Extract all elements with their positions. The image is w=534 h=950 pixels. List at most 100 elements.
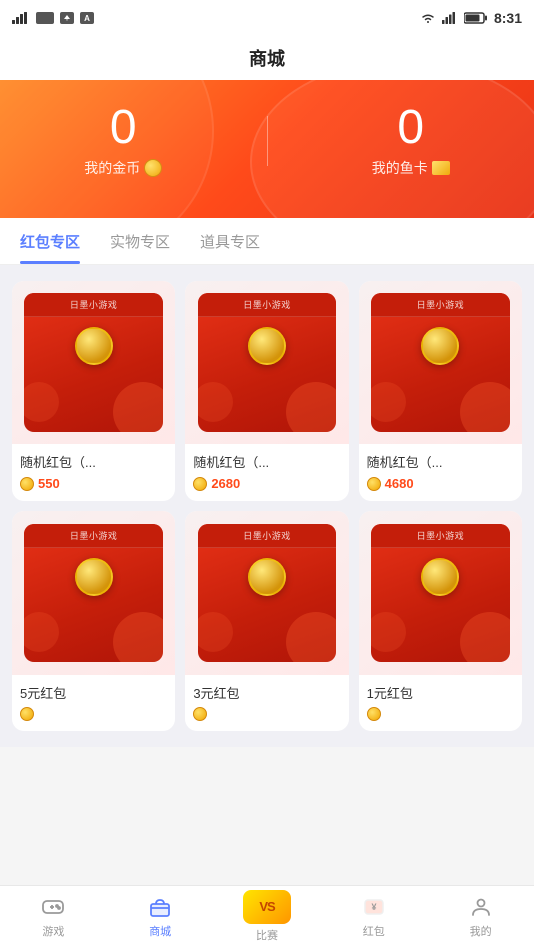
red-envelope-5: 日墨小游戏 [198,524,337,663]
coins-stat: 0 我的金币 [0,104,247,178]
shop-icon [147,894,173,920]
hero-stats: 0 我的金币 0 我的鱼卡 [0,104,534,178]
tab-redpacket[interactable]: 红包专区 [20,217,80,264]
nav-item-mine[interactable]: 我的 [427,894,534,943]
product-image-5: 日墨小游戏 [185,511,348,674]
wifi-icon [420,12,436,24]
tab-props[interactable]: 道具专区 [200,217,260,264]
envelope-circle-6 [421,558,459,596]
price-coin-icon-6 [367,707,381,721]
status-bar: ↓ A 8:31 [0,0,534,36]
nav-item-redpacket[interactable]: ¥ 红包 [320,894,427,943]
product-card-4[interactable]: 日墨小游戏 5元红包 [12,511,175,730]
product-info-2: 随机红包（... 2680 [185,444,348,501]
products-section: 日墨小游戏 随机红包（... 550 [0,265,534,747]
top-navigation: 商城 [0,36,534,80]
nav-item-vs[interactable]: VS 比赛 [214,890,321,947]
nav-item-shop[interactable]: 商城 [107,894,214,943]
stat-divider [267,116,268,166]
price-coin-icon-2 [193,477,207,491]
download-icon: ↓ [60,12,74,24]
status-time: 8:31 [494,10,522,26]
product-image-3: 日墨小游戏 [359,281,522,444]
coin-icon [144,159,162,177]
product-info-3: 随机红包（... 4680 [359,444,522,501]
product-card-1[interactable]: 日墨小游戏 随机红包（... 550 [12,281,175,501]
products-grid: 日墨小游戏 随机红包（... 550 [12,281,522,731]
price-coin-icon-3 [367,477,381,491]
price-coin-icon-5 [193,707,207,721]
mine-icon [468,894,494,920]
product-price-3: 4680 [367,476,514,491]
product-name-2: 随机红包（... [193,452,340,471]
hero-banner: 0 我的金币 0 我的鱼卡 [0,80,534,218]
envelope-label-4: 日墨小游戏 [24,524,163,548]
product-card-5[interactable]: 日墨小游戏 3元红包 [185,511,348,730]
product-name-4: 5元红包 [20,683,167,702]
status-right: 8:31 [420,10,522,26]
product-price-4 [20,707,167,721]
product-price-1: 550 [20,476,167,491]
nav-item-game[interactable]: 游戏 [0,894,107,943]
svg-text:A: A [84,14,90,23]
product-image-2: 日墨小游戏 [185,281,348,444]
envelope-circle-4 [75,558,113,596]
product-name-3: 随机红包（... [367,452,514,471]
coins-value: 0 [110,104,137,152]
vs-icon: VS [243,890,291,924]
coins-label: 我的金币 [84,158,162,178]
red-envelope-6: 日墨小游戏 [371,524,510,663]
card-value: 0 [397,104,424,152]
content-scroll[interactable]: 0 我的金币 0 我的鱼卡 红包专区 实物专区 道具专区 [0,80,534,885]
product-card-2[interactable]: 日墨小游戏 随机红包（... 2680 [185,281,348,501]
page-title: 商城 [249,45,285,71]
product-name-5: 3元红包 [193,683,340,702]
product-info-4: 5元红包 [12,675,175,731]
card-stat: 0 我的鱼卡 [288,104,534,178]
envelope-circle-1 [75,327,113,365]
nav-label-shop: 商城 [149,923,171,939]
envelope-circle-3 [421,327,459,365]
red-envelope-2: 日墨小游戏 [198,293,337,432]
game-icon [40,894,66,920]
card-label: 我的鱼卡 [372,158,450,178]
envelope-circle-5 [248,558,286,596]
product-info-6: 1元红包 [359,675,522,731]
fish-card-icon [432,161,450,175]
battery-icon [464,12,488,24]
price-coin-icon-4 [20,707,34,721]
svg-text:¥: ¥ [371,902,376,912]
product-image-6: 日墨小游戏 [359,511,522,674]
signal-icon [12,12,30,24]
product-price-2: 2680 [193,476,340,491]
product-card-3[interactable]: 日墨小游戏 随机红包（... 4680 [359,281,522,501]
bottom-navigation: 游戏 商城 VS 比赛 ¥ 红包 [0,885,534,950]
envelope-circle-2 [248,327,286,365]
red-envelope-1: 日墨小游戏 [24,293,163,432]
product-image-1: 日墨小游戏 [12,281,175,444]
nav-label-mine: 我的 [470,923,492,939]
nav-label-vs: 比赛 [256,927,278,943]
nav-label-game: 游戏 [42,923,64,939]
price-coin-icon-1 [20,477,34,491]
signal-bars-icon [442,12,458,24]
envelope-label-5: 日墨小游戏 [198,524,337,548]
product-info-1: 随机红包（... 550 [12,444,175,501]
red-envelope-4: 日墨小游戏 [24,524,163,663]
app-icon-2: A [80,12,94,24]
red-envelope-3: 日墨小游戏 [371,293,510,432]
product-name-1: 随机红包（... [20,452,167,471]
nav-label-redpacket: 红包 [363,923,385,939]
envelope-label-2: 日墨小游戏 [198,293,337,317]
tab-physical[interactable]: 实物专区 [110,217,170,264]
product-info-5: 3元红包 [185,675,348,731]
status-icons-left: ↓ A [12,12,94,24]
product-name-6: 1元红包 [367,683,514,702]
product-card-6[interactable]: 日墨小游戏 1元红包 [359,511,522,730]
product-price-5 [193,707,340,721]
envelope-label-3: 日墨小游戏 [371,293,510,317]
envelope-label-1: 日墨小游戏 [24,293,163,317]
envelope-label-6: 日墨小游戏 [371,524,510,548]
svg-text:↓: ↓ [65,16,69,23]
app-icon-1 [36,12,54,24]
